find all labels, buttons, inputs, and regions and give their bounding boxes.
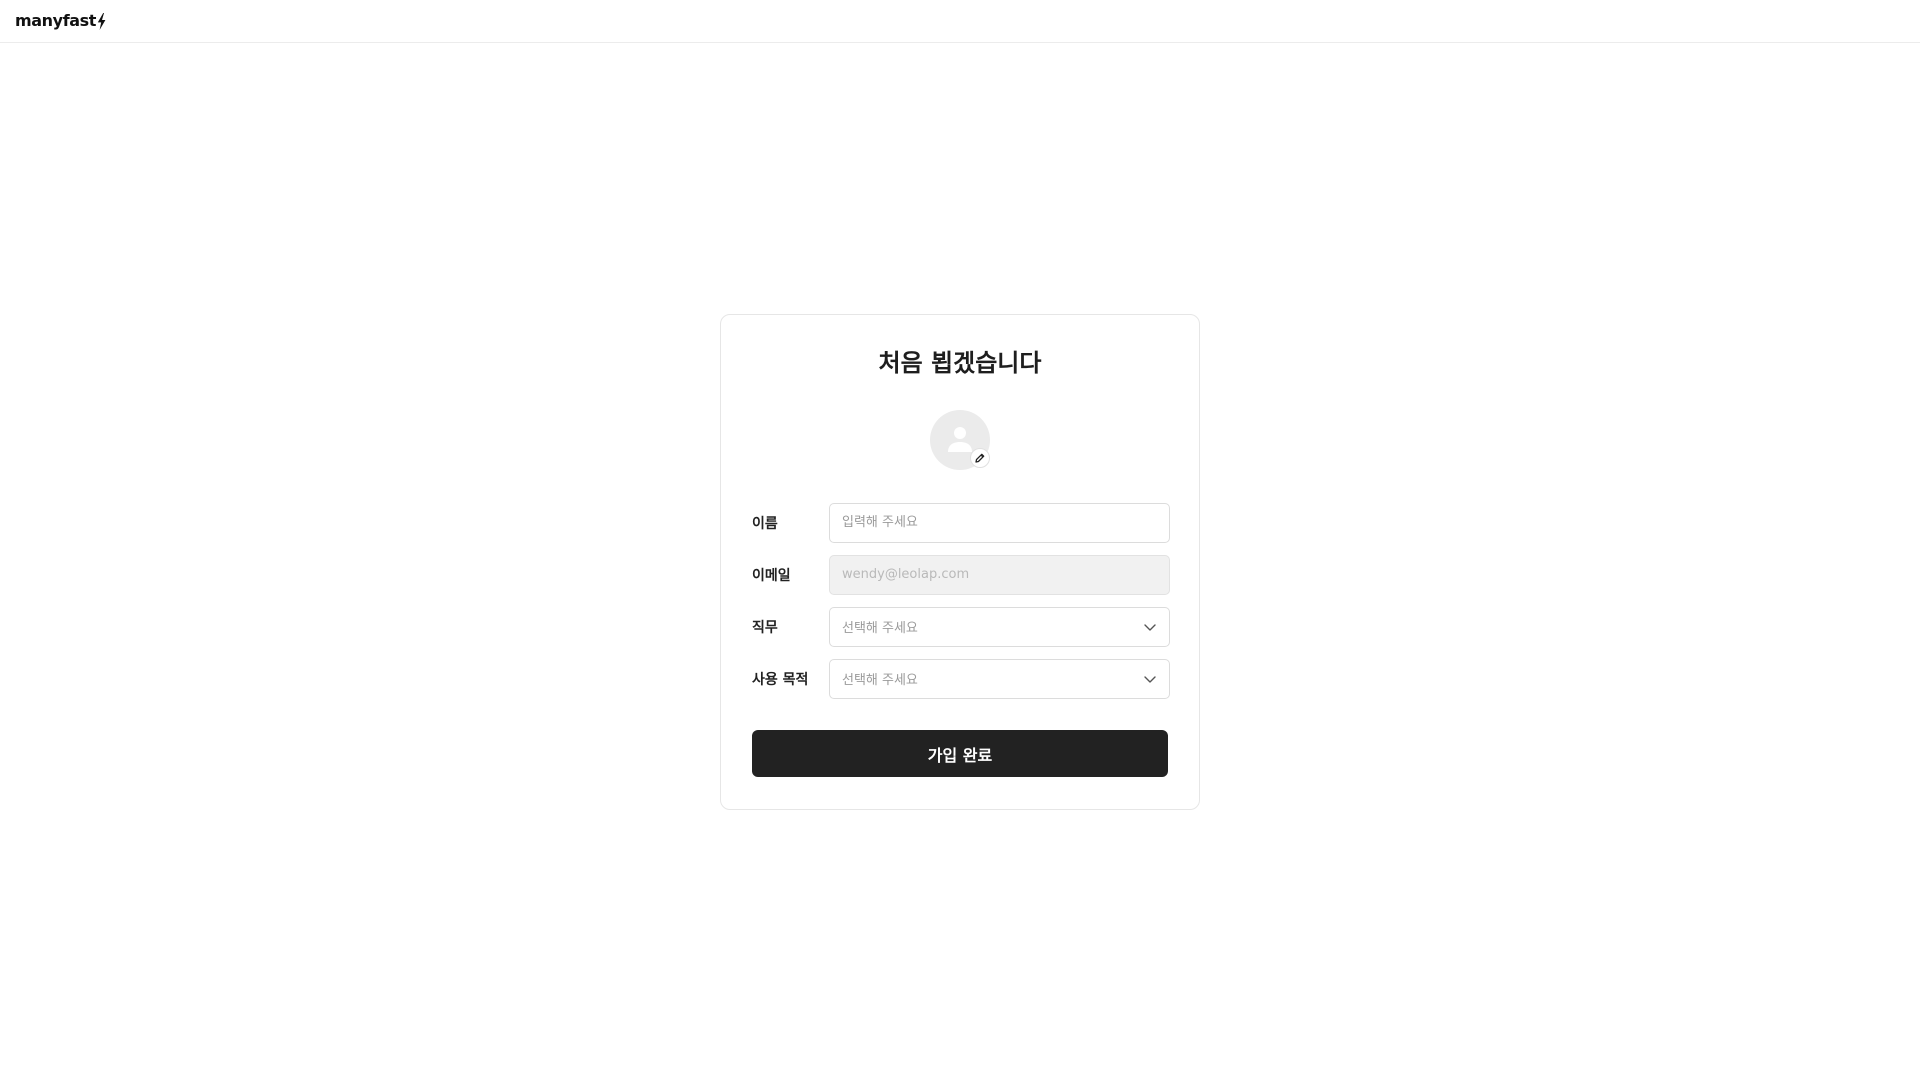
logo[interactable]: manyfast [15, 11, 106, 30]
signup-card: 처음 뵙겠습니다 이름 이메일 wendy@leolap.com 직무 선택해 … [720, 314, 1200, 810]
top-bar: manyfast [0, 0, 1920, 43]
avatar-edit-button[interactable] [970, 448, 990, 468]
email-value: wendy@leolap.com [842, 567, 970, 582]
avatar[interactable] [930, 410, 990, 470]
purpose-select[interactable]: 선택해 주세요 [829, 658, 1170, 699]
purpose-select-value: 선택해 주세요 [842, 673, 918, 688]
purpose-label: 사용 목적 [752, 671, 809, 688]
chevron-down-icon [1143, 672, 1157, 686]
email-field: wendy@leolap.com [829, 554, 1170, 595]
chevron-down-icon [1143, 620, 1157, 634]
bolt-icon [97, 12, 106, 30]
page-title: 처음 뵙겠습니다 [878, 349, 1042, 377]
job-row: 직무 선택해 주세요 [752, 606, 1170, 647]
name-label: 이름 [752, 515, 778, 532]
email-row: 이메일 wendy@leolap.com [752, 554, 1170, 595]
signup-complete-button[interactable]: 가입 완료 [752, 730, 1168, 777]
logo-text: manyfast [15, 11, 97, 30]
job-label: 직무 [752, 619, 778, 636]
name-input[interactable] [842, 515, 1157, 530]
job-select[interactable]: 선택해 주세요 [829, 606, 1170, 647]
job-select-value: 선택해 주세요 [842, 621, 918, 636]
name-row: 이름 [752, 502, 1170, 543]
name-field-wrapper [829, 502, 1170, 543]
pencil-icon [975, 453, 985, 463]
email-label: 이메일 [752, 567, 791, 584]
purpose-row: 사용 목적 선택해 주세요 [752, 658, 1170, 699]
